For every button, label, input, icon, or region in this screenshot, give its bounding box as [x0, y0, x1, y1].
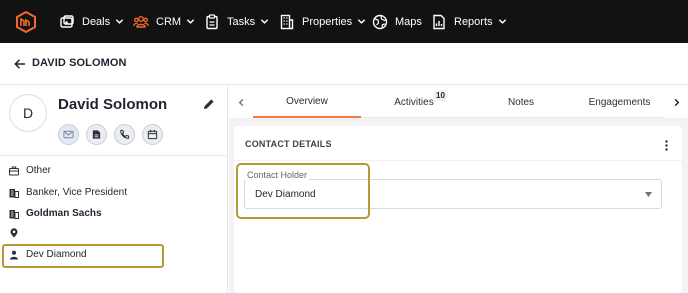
tab-activities[interactable]: Activities 10	[361, 86, 467, 118]
location-pin-icon	[10, 228, 18, 238]
divider	[234, 160, 682, 161]
properties-icon	[280, 14, 294, 29]
nav-tasks-label: Tasks	[227, 15, 256, 28]
tab-notes-label: Notes	[507, 96, 535, 108]
pencil-icon[interactable]	[203, 98, 215, 110]
tab-engagements[interactable]: Engagements	[575, 86, 664, 118]
company-row[interactable]: Goldman Sachs	[9, 208, 102, 219]
building-icon	[9, 209, 19, 219]
nav-reports-label: Reports	[454, 15, 493, 28]
tab-overview[interactable]: Overview	[253, 86, 361, 118]
caret-down-icon	[645, 192, 652, 197]
chevron-left-icon	[238, 98, 243, 106]
tab-notes[interactable]: Notes	[467, 86, 575, 118]
reports-icon	[433, 14, 445, 29]
logo-icon[interactable]	[15, 11, 37, 33]
building-icon	[9, 188, 19, 198]
nav-reports[interactable]: Reports	[431, 0, 507, 43]
nav-maps-label: Maps	[395, 15, 422, 28]
calendar-icon	[147, 129, 158, 140]
back-arrow-icon[interactable]	[14, 58, 26, 70]
top-navigation-bar: Deals CRM Tasks Properties Maps Reports	[0, 0, 688, 43]
divider	[0, 155, 228, 156]
envelope-icon	[63, 130, 74, 139]
contact-type: Other	[26, 165, 52, 176]
chevron-right-icon	[674, 98, 679, 106]
job-title-row: Banker, Vice President	[9, 187, 127, 198]
nav-crm[interactable]: CRM	[133, 0, 195, 43]
chevron-down-icon	[186, 19, 195, 24]
page-header: DAVID SOLOMON	[0, 43, 688, 85]
crm-icon	[133, 15, 149, 28]
highlight-box	[2, 244, 164, 268]
nav-properties-label: Properties	[302, 15, 353, 28]
email-button[interactable]	[58, 124, 79, 145]
job-title: Banker, Vice President	[26, 187, 127, 198]
tab-engagements-label: Engagements	[588, 96, 651, 108]
nav-deals-label: Deals	[82, 15, 111, 28]
call-button[interactable]	[114, 124, 135, 145]
tabs-scroll-right[interactable]	[664, 86, 688, 118]
chevron-down-icon	[260, 19, 269, 24]
page-title: DAVID SOLOMON	[32, 57, 127, 69]
note-button[interactable]	[86, 124, 107, 145]
chevron-down-icon	[115, 19, 124, 24]
briefcase-icon	[9, 166, 19, 176]
section-title: CONTACT DETAILS	[245, 139, 332, 149]
highlight-box	[236, 163, 370, 219]
nav-deals[interactable]: Deals	[59, 0, 124, 43]
nav-tasks[interactable]: Tasks	[204, 0, 269, 43]
tabs-scroll-left[interactable]	[229, 86, 253, 118]
nav-properties[interactable]: Properties	[279, 0, 366, 43]
nav-crm-label: CRM	[156, 15, 182, 28]
activities-count-badge: 10	[433, 90, 448, 101]
contact-summary-panel: D David Solomon Other Banker, Vice Presi…	[0, 86, 228, 293]
tab-overview-label: Overview	[286, 95, 328, 107]
contact-type-row: Other	[9, 165, 51, 176]
tasks-icon	[206, 13, 218, 29]
contact-actions	[58, 124, 163, 145]
chevron-down-icon	[357, 19, 366, 24]
more-options-icon[interactable]	[665, 140, 668, 151]
nav-maps[interactable]: Maps	[372, 0, 422, 43]
contact-name: David Solomon	[58, 96, 168, 113]
maps-icon	[372, 14, 388, 29]
phone-icon	[120, 129, 130, 139]
address-row	[9, 228, 26, 238]
tab-activities-label: Activities	[394, 96, 434, 108]
tab-bar: Overview Activities 10 Notes Engagements	[229, 86, 688, 118]
company-name[interactable]: Goldman Sachs	[26, 208, 102, 219]
avatar: D	[9, 94, 47, 132]
document-icon	[92, 130, 101, 139]
schedule-button[interactable]	[142, 124, 163, 145]
chevron-down-icon	[498, 19, 506, 24]
deals-icon	[60, 14, 74, 28]
